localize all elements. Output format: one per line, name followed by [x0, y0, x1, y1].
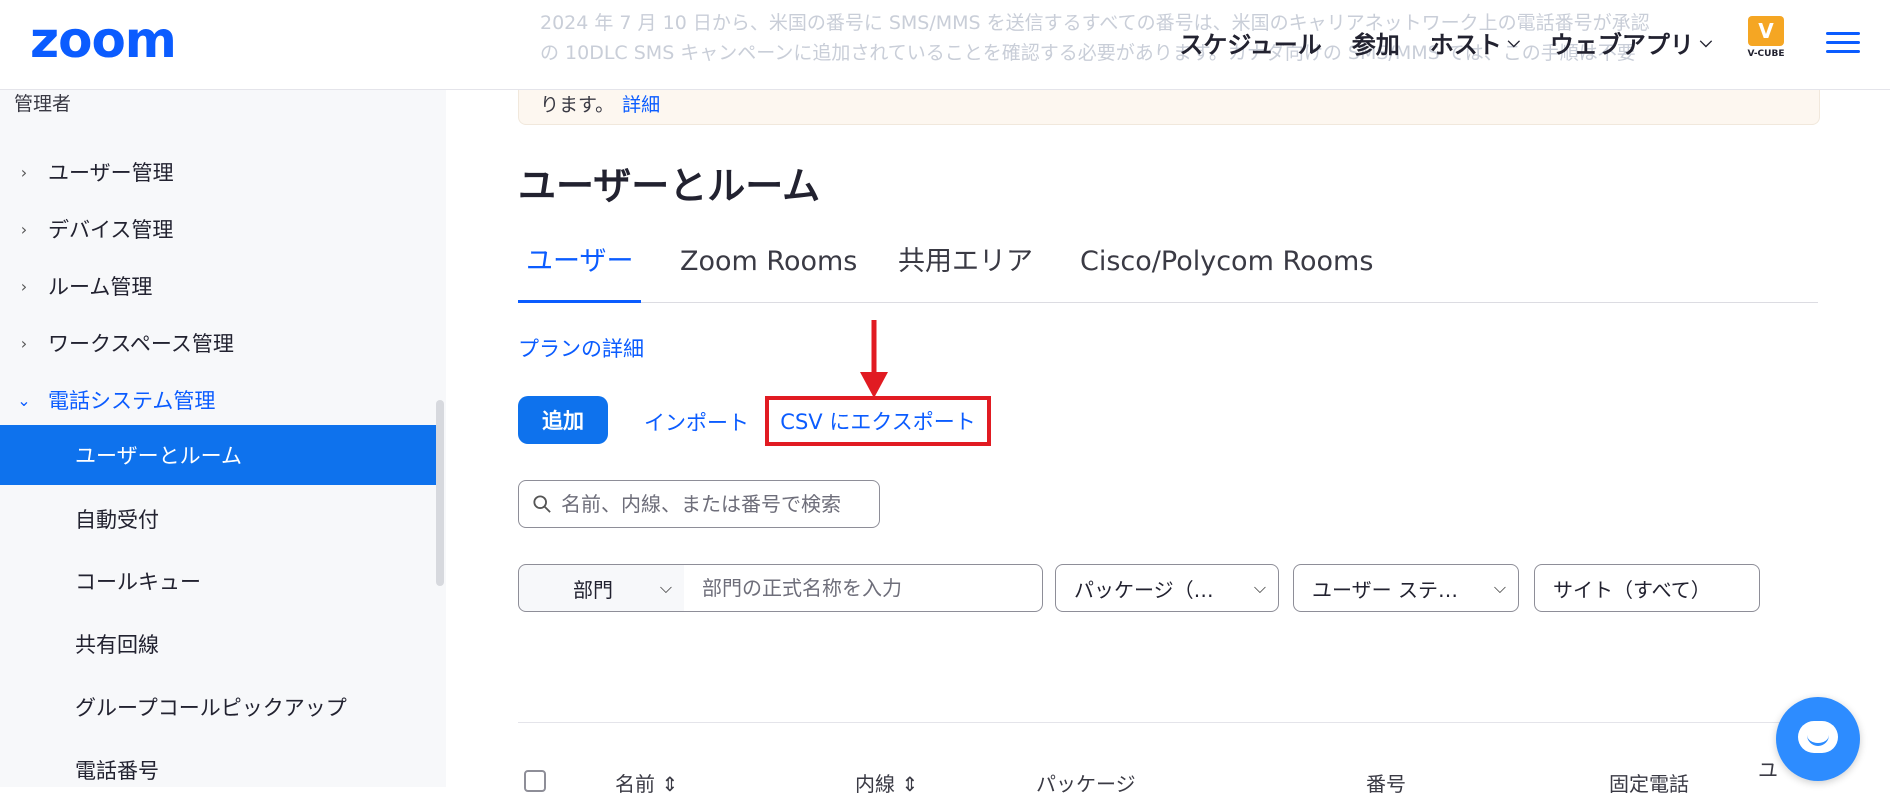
department-input-wrap	[684, 564, 1043, 612]
annotation-arrow-icon	[860, 320, 888, 398]
chevron-right-icon: ›	[20, 162, 28, 182]
sidebar-item-device-management[interactable]: › デバイス管理	[0, 201, 436, 257]
search-box	[518, 480, 880, 528]
vcube-caption: V-CUBE	[1747, 49, 1785, 59]
top-header: zoom 2024 年 7 月 10 日から、米国の番号に SMS/MMS を送…	[0, 0, 1890, 90]
chevron-right-icon: ›	[20, 219, 28, 239]
package-select[interactable]: パッケージ（… ⌵	[1055, 564, 1279, 612]
banner-details-link[interactable]: 詳細	[622, 94, 660, 116]
sidebar-item-phone-system-management[interactable]: ⌄ 電話システム管理	[0, 372, 436, 428]
chevron-down-icon: ⌵	[1253, 578, 1267, 597]
chevron-down-icon: ⌄	[17, 390, 31, 410]
chat-support-button[interactable]	[1776, 697, 1860, 781]
header-name[interactable]: 名前 ⇕	[615, 768, 678, 797]
sidebar-item-room-management[interactable]: › ルーム管理	[0, 258, 436, 314]
import-button[interactable]: インポート	[644, 407, 749, 437]
chevron-right-icon: ›	[20, 333, 28, 353]
header-landline: 固定電話	[1609, 772, 1689, 796]
tab-common-areas[interactable]: 共用エリア	[898, 240, 1033, 300]
chevron-down-icon: ⌵	[1507, 32, 1520, 51]
sidebar-sub-group-call-pickup[interactable]: グループコールピックアップ	[0, 677, 436, 737]
banner-tail: ります。 詳細	[540, 94, 661, 116]
tab-users[interactable]: ユーザー	[518, 240, 642, 303]
search-icon	[533, 495, 551, 513]
nav-host[interactable]: ホスト ⌵	[1430, 25, 1520, 60]
nav-schedule[interactable]: スケジュール	[1179, 25, 1321, 60]
user-status-select[interactable]: ユーザー ステ… ⌵	[1293, 564, 1519, 612]
chevron-down-icon: ⌵	[1699, 32, 1712, 51]
chevron-right-icon: ›	[20, 276, 28, 296]
chevron-down-icon: ⌵	[1493, 578, 1507, 597]
sidebar-sub-shared-lines[interactable]: 共有回線	[0, 614, 436, 674]
site-select[interactable]: サイト（すべて）	[1534, 564, 1760, 612]
header-extension[interactable]: 内線 ⇕	[855, 768, 918, 797]
zoom-logo[interactable]: zoom	[30, 14, 177, 66]
top-nav: スケジュール 参加 ホスト ⌵ ウェブアプリ ⌵ V V-CUBE	[1179, 16, 1890, 62]
table-divider	[518, 722, 1818, 723]
sidebar-sub-phone-numbers[interactable]: 電話番号	[0, 740, 436, 787]
header-edge-truncated: ユ	[1758, 758, 1778, 782]
vcube-emblem-icon: V	[1748, 16, 1784, 46]
sidebar-sub-call-queue[interactable]: コールキュー	[0, 551, 436, 611]
table-header: 名前 ⇕ 内線 ⇕ パッケージ 番号 固定電話	[518, 768, 1818, 798]
department-name-input[interactable]	[684, 575, 1024, 601]
sidebar: 管理者 › ユーザー管理 › デバイス管理 › ルーム管理 › ワークスペース管…	[0, 89, 446, 787]
sidebar-item-workspace-management[interactable]: › ワークスペース管理	[0, 315, 436, 371]
sidebar-item-user-management[interactable]: › ユーザー管理	[0, 144, 436, 200]
tab-bar: ユーザー Zoom Rooms 共用エリア Cisco/Polycom Room…	[518, 240, 1818, 303]
plan-details-link[interactable]: プランの詳細	[518, 333, 644, 363]
hamburger-menu-icon[interactable]	[1826, 30, 1860, 54]
chevron-down-icon: ⌵	[659, 578, 673, 597]
tab-cisco-polycom-rooms[interactable]: Cisco/Polycom Rooms	[1080, 240, 1373, 300]
select-all-checkbox[interactable]	[524, 770, 546, 792]
page-title: ユーザーとルーム	[518, 164, 821, 208]
tab-zoom-rooms[interactable]: Zoom Rooms	[680, 240, 857, 300]
add-button[interactable]: 追加	[518, 396, 608, 444]
vcube-logo[interactable]: V V-CUBE	[1742, 16, 1790, 68]
sidebar-sub-auto-receptionist[interactable]: 自動受付	[0, 489, 436, 549]
nav-join[interactable]: 参加	[1352, 25, 1400, 60]
export-csv-label: CSV にエクスポート	[780, 410, 976, 434]
department-select[interactable]: 部門 ⌵	[518, 564, 685, 612]
nav-web-app[interactable]: ウェブアプリ ⌵	[1550, 25, 1712, 60]
sidebar-scrollbar[interactable]	[436, 400, 444, 586]
header-package: パッケージ	[1036, 772, 1136, 796]
header-number: 番号	[1366, 772, 1406, 796]
export-csv-button[interactable]: CSV にエクスポート	[765, 396, 991, 446]
admin-label: 管理者	[14, 93, 72, 115]
sidebar-sub-users-rooms[interactable]: ユーザーとルーム	[0, 425, 436, 485]
search-input[interactable]	[559, 491, 863, 517]
